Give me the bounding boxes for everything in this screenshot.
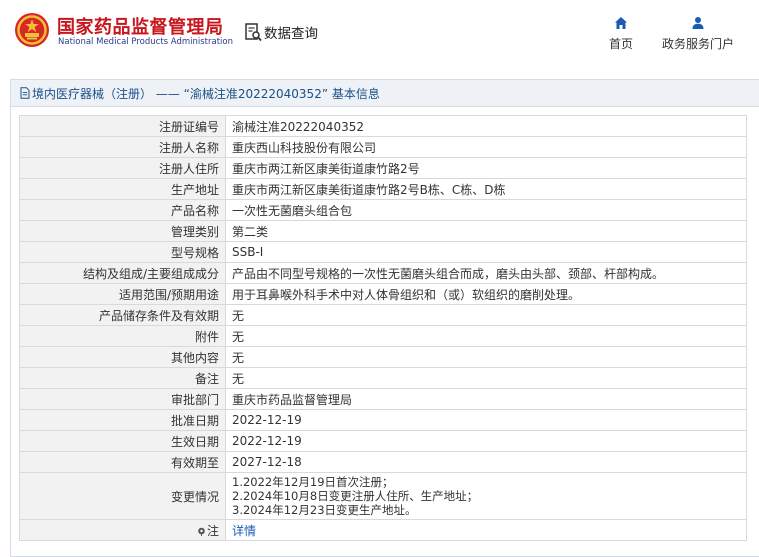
national-emblem-icon <box>15 13 49 47</box>
row-key: 批准日期 <box>19 409 226 431</box>
row-key: 管理类别 <box>19 220 226 242</box>
details-link[interactable]: 详情 <box>232 524 256 538</box>
note-value: 详情 <box>225 519 747 541</box>
document-search-icon <box>245 22 262 41</box>
row-key: 注册证编号 <box>19 115 226 137</box>
info-table: 注册证编号 渝械注准20222040352 注册人名称 重庆西山科技股份有限公司 注… <box>19 115 747 541</box>
row-key: 产品储存条件及有效期 <box>19 304 226 326</box>
row-key: 型号规格 <box>19 241 226 263</box>
row-value: 2022-12-19 <box>225 430 747 452</box>
row-key: 有效期至 <box>19 451 226 473</box>
table-row: 批准日期 2022-12-19 <box>19 409 747 431</box>
row-value: 用于耳鼻喉外科手术中对人体骨组织和（或）软组织的磨削处理。 <box>225 283 747 305</box>
row-key: 附件 <box>19 325 226 347</box>
change-line: 3.2024年12月23日变更生产地址。 <box>232 503 417 517</box>
change-history-value: 1.2022年12月19日首次注册； 2.2024年10月8日变更注册人住所、生… <box>225 472 747 520</box>
site-subtitle: National Medical Products Administration <box>58 37 233 47</box>
document-icon <box>20 87 30 99</box>
table-row: 审批部门 重庆市药品监督管理局 <box>19 388 747 410</box>
table-row: 备注无 <box>19 367 747 389</box>
row-key: 其他内容 <box>19 346 226 368</box>
change-line: 2.2024年10月8日变更注册人住所、生产地址； <box>232 489 479 503</box>
row-value: 无 <box>225 304 747 326</box>
table-row-note: 注 详情 <box>19 519 747 541</box>
site-title: 国家药品监督管理局 <box>57 17 224 38</box>
nav-home[interactable]: 首页 <box>603 16 639 52</box>
home-icon <box>615 17 627 29</box>
table-row: 附件无 <box>19 325 747 347</box>
table-row: 管理类别 第二类 <box>19 220 747 242</box>
site-header: 国家药品监督管理局 National Medical Products Admi… <box>0 0 759 64</box>
row-key: 审批部门 <box>19 388 226 410</box>
table-row: 有效期至 2027-12-18 <box>19 451 747 473</box>
nav-service-portal[interactable]: 政务服务门户 <box>658 16 738 52</box>
row-key: 结构及组成/主要组成成分 <box>19 262 226 284</box>
row-key: 注册人住所 <box>19 157 226 179</box>
note-key-cell: 注 <box>19 519 226 541</box>
data-query-label: 数据查询 <box>264 26 318 42</box>
basic-info-section: 境内医疗器械（注册） —— “渝械注准20222040352” 基本信息 注册证… <box>10 79 759 557</box>
location-pin-icon <box>198 527 205 536</box>
table-row: 适用范围/预期用途 用于耳鼻喉外科手术中对人体骨组织和（或）软组织的磨削处理。 <box>19 283 747 305</box>
table-row: 注册证编号 渝械注准20222040352 <box>19 115 747 137</box>
nav-home-label: 首页 <box>608 37 633 51</box>
table-row: 注册人名称 重庆西山科技股份有限公司 <box>19 136 747 158</box>
row-value: 重庆西山科技股份有限公司 <box>225 136 747 158</box>
row-value: 重庆市两江新区康美街道康竹路2号B栋、C栋、D栋 <box>225 178 747 200</box>
row-key: 注册人名称 <box>19 136 226 158</box>
table-row: 其他内容无 <box>19 346 747 368</box>
row-key: 适用范围/预期用途 <box>19 283 226 305</box>
row-value: 一次性无菌磨头组合包 <box>225 199 747 221</box>
table-row-change-history: 变更情况 1.2022年12月19日首次注册； 2.2024年10月8日变更注册… <box>19 472 747 520</box>
row-value: 2027-12-18 <box>225 451 747 473</box>
row-value: 渝械注准20222040352 <box>225 115 747 137</box>
row-value: 无 <box>225 346 747 368</box>
row-value: 第二类 <box>225 220 747 242</box>
nav-service-portal-label: 政务服务门户 <box>661 37 734 51</box>
row-key: 变更情况 <box>19 472 226 520</box>
table-row: 产品储存条件及有效期无 <box>19 304 747 326</box>
row-key: 生产地址 <box>19 178 226 200</box>
change-line: 1.2022年12月19日首次注册； <box>232 475 394 489</box>
row-value: 无 <box>225 367 747 389</box>
row-key: 注 <box>206 523 219 538</box>
row-value: 重庆市两江新区康美街道康竹路2号 <box>225 157 747 179</box>
table-row: 生产地址 重庆市两江新区康美街道康竹路2号B栋、C栋、D栋 <box>19 178 747 200</box>
row-value: 2022-12-19 <box>225 409 747 431</box>
row-key: 产品名称 <box>19 199 226 221</box>
row-value: 重庆市药品监督管理局 <box>225 388 747 410</box>
table-row: 注册人住所 重庆市两江新区康美街道康竹路2号 <box>19 157 747 179</box>
row-value: SSB-I <box>225 241 747 263</box>
user-icon <box>692 17 704 29</box>
row-value: 无 <box>225 325 747 347</box>
row-key: 生效日期 <box>19 430 226 452</box>
table-row: 生效日期 2022-12-19 <box>19 430 747 452</box>
section-title-bar: 境内医疗器械（注册） —— “渝械注准20222040352” 基本信息 <box>11 80 759 107</box>
row-value: 产品由不同型号规格的一次性无菌磨头组合而成，磨头由头部、颈部、杆部构成。 <box>225 262 747 284</box>
table-row: 型号规格 SSB-I <box>19 241 747 263</box>
row-key: 备注 <box>19 367 226 389</box>
data-query-link[interactable]: 数据查询 <box>245 22 318 42</box>
table-row: 产品名称 一次性无菌磨头组合包 <box>19 199 747 221</box>
table-row: 结构及组成/主要组成成分 产品由不同型号规格的一次性无菌磨头组合而成，磨头由头部、… <box>19 262 747 284</box>
section-title: 境内医疗器械（注册） —— “渝械注准20222040352” 基本信息 <box>32 86 380 101</box>
